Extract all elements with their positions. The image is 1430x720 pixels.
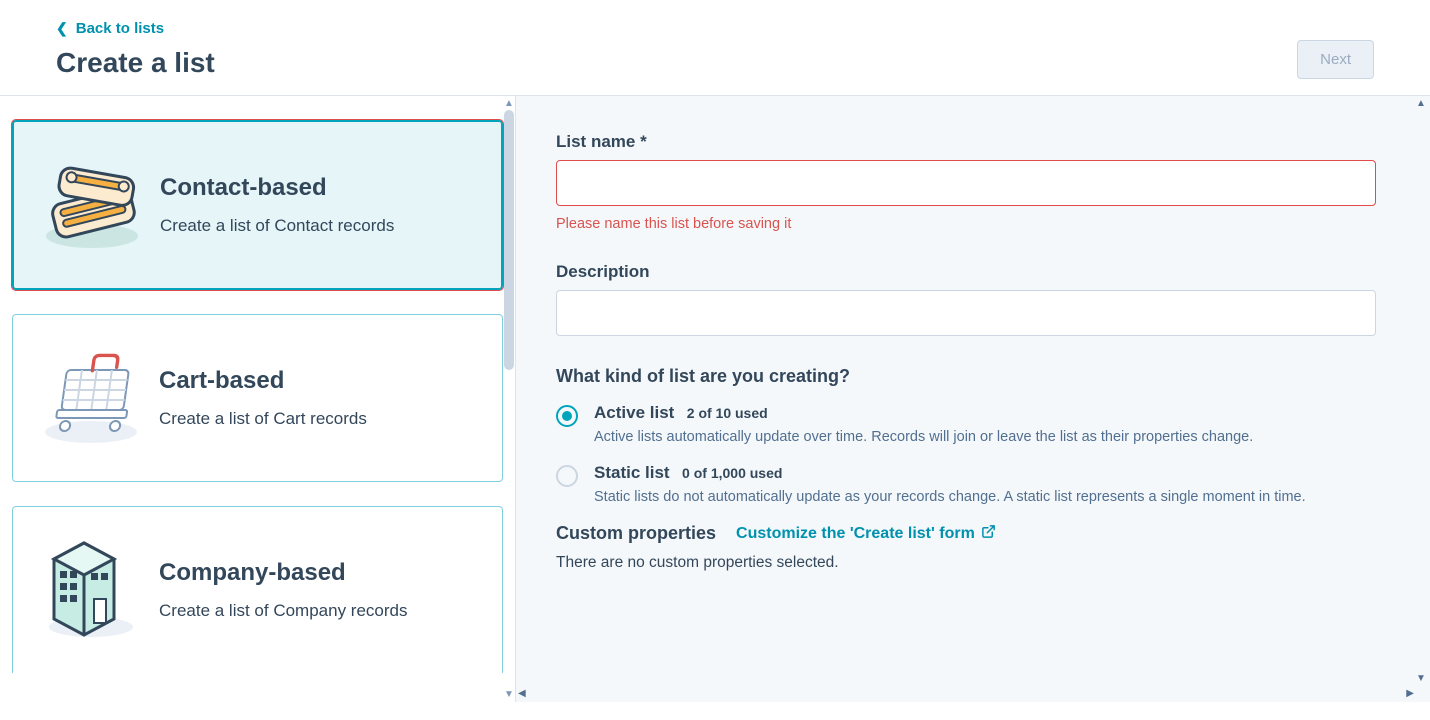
list-name-error: Please name this list before saving it (556, 216, 1390, 232)
card-desc: Create a list of Cart records (159, 409, 367, 429)
right-pane-scrollbar-vertical[interactable]: ▲ ▼ (1414, 98, 1428, 684)
card-title: Contact-based (160, 174, 394, 202)
card-cart-based[interactable]: Cart-based Create a list of Cart records (12, 314, 503, 482)
radio-desc: Active lists automatically update over t… (594, 429, 1253, 445)
scroll-down-icon: ▼ (504, 689, 514, 700)
page-header: ❮ Back to lists Create a list Next (0, 0, 1430, 96)
list-details-panel: List name * Please name this list before… (516, 96, 1430, 702)
scroll-right-icon: ▶ (1406, 688, 1414, 699)
radio-active-list[interactable]: Active list 2 of 10 used Active lists au… (556, 403, 1390, 445)
chevron-left-icon: ❮ (56, 20, 68, 37)
card-company-based[interactable]: Company-based Create a list of Company r… (12, 506, 503, 673)
radio-title: Active list (594, 403, 674, 422)
radio-button-icon (556, 465, 578, 487)
right-pane-scrollbar-horizontal[interactable]: ◀ ▶ (518, 686, 1414, 700)
radio-button-icon (556, 405, 578, 427)
customize-form-link-label: Customize the 'Create list' form (736, 525, 975, 543)
scroll-down-icon: ▼ (1416, 673, 1426, 684)
list-type-panel: Contact-based Create a list of Contact r… (0, 96, 516, 702)
page-title: Create a list (56, 47, 215, 79)
card-desc: Create a list of Contact records (160, 216, 394, 236)
radio-usage: 0 of 1,000 used (682, 465, 782, 481)
custom-properties-empty: There are no custom properties selected. (556, 554, 1390, 572)
left-pane-scrollbar[interactable]: ▲ ▼ (503, 96, 515, 702)
scroll-left-icon: ◀ (518, 688, 526, 699)
custom-properties-heading: Custom properties (556, 523, 716, 544)
list-name-label: List name * (556, 132, 1390, 152)
customize-form-link[interactable]: Customize the 'Create list' form (736, 524, 996, 544)
contact-list-icon (32, 150, 152, 260)
scroll-thumb[interactable] (504, 110, 514, 370)
card-contact-based[interactable]: Contact-based Create a list of Contact r… (12, 120, 503, 290)
scroll-up-icon: ▲ (504, 98, 514, 109)
back-to-lists-link[interactable]: ❮ Back to lists (56, 20, 164, 37)
external-link-icon (981, 524, 996, 544)
cart-icon (31, 343, 151, 453)
description-label: Description (556, 262, 1390, 282)
card-desc: Create a list of Company records (159, 601, 408, 621)
radio-usage: 2 of 10 used (687, 405, 768, 421)
list-kind-heading: What kind of list are you creating? (556, 366, 1390, 387)
card-title: Cart-based (159, 367, 367, 395)
company-icon (31, 535, 151, 645)
radio-desc: Static lists do not automatically update… (594, 489, 1306, 505)
radio-static-list[interactable]: Static list 0 of 1,000 used Static lists… (556, 463, 1390, 505)
radio-title: Static list (594, 463, 670, 482)
description-input[interactable] (556, 290, 1376, 336)
back-link-label: Back to lists (76, 20, 164, 37)
next-button[interactable]: Next (1297, 40, 1374, 79)
scroll-up-icon: ▲ (1416, 98, 1426, 109)
list-name-input[interactable] (556, 160, 1376, 206)
card-title: Company-based (159, 559, 408, 587)
